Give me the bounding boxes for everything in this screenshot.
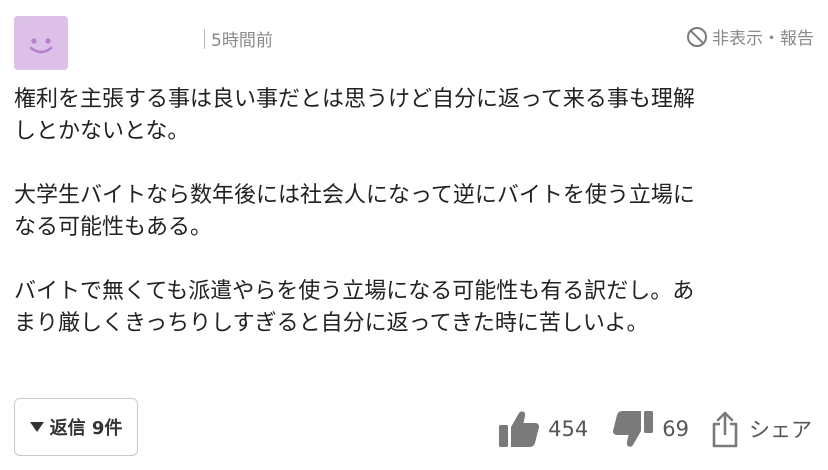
- like-button[interactable]: 454: [498, 409, 588, 449]
- comment-line: しとかないとな。: [14, 119, 190, 144]
- comment-timestamp: 5時間前: [204, 26, 273, 51]
- hide-report-button[interactable]: 非表示・報告: [686, 24, 814, 49]
- hide-report-label: 非表示・報告: [712, 29, 814, 49]
- share-button[interactable]: シェア: [711, 410, 812, 448]
- share-label: シェア: [749, 418, 812, 442]
- comment-line: なる可能性もある。: [14, 215, 213, 240]
- comment-line: バイトで無くても派遣やらを使う立場になる可能性も有る訳だし。あ: [14, 279, 695, 304]
- share-icon: [712, 411, 738, 448]
- avatar[interactable]: [14, 16, 68, 70]
- comment-line: まり厳しくきっちりしすぎると自分に返ってきた時に苦しいよ。: [14, 311, 649, 336]
- thumbs-up-icon: [499, 411, 540, 447]
- dislike-count: 69: [662, 417, 689, 441]
- replies-label: 返信 9件: [49, 418, 123, 439]
- smiley-face-icon: [29, 38, 53, 54]
- thumbs-down-icon: [613, 411, 654, 447]
- comment-line: 権利を主張する事は良い事だとは思うけど自分に返って来る事も理解: [14, 87, 695, 112]
- prohibited-icon: [687, 26, 707, 47]
- divider: [204, 28, 205, 49]
- comment-body: 権利を主張する事は良い事だとは思うけど自分に返って来る事も理解 しとかないとな。…: [14, 84, 814, 340]
- dislike-button[interactable]: 69: [612, 409, 689, 449]
- timestamp-text: 5時間前: [211, 31, 273, 51]
- triangle-down-icon: [29, 422, 44, 432]
- comment-line: 大学生バイトなら数年後には社会人になって逆にバイトを使う立場に: [14, 183, 695, 208]
- reaction-bar: 454 69 シェア: [498, 404, 812, 454]
- replies-toggle-button[interactable]: 返信 9件: [14, 398, 138, 456]
- like-count: 454: [548, 417, 589, 441]
